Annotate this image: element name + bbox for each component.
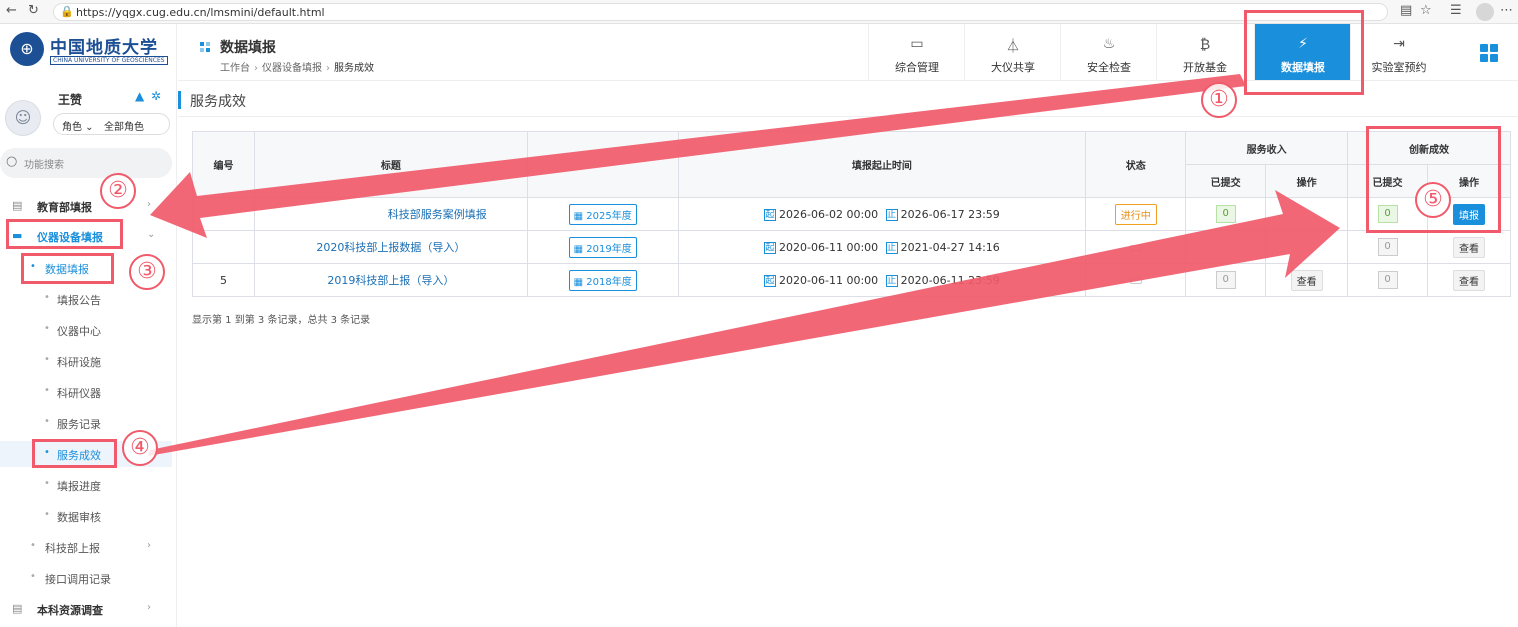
breadcrumb: 工作台 › 仪器设备填报 › 服务成效 xyxy=(220,63,374,74)
chevron-right-icon: › xyxy=(147,540,151,551)
sidebar-item-research-instrument[interactable]: • 科研仪器 xyxy=(0,379,172,405)
lock-icon: 🔒 xyxy=(60,5,74,18)
highlight-box-data-fill xyxy=(21,253,114,284)
logo-en: CHINA UNIVERSITY OF GEOSCIENCES xyxy=(50,56,168,65)
sidebar-item-moe-report[interactable]: ▤ 教育部填报 › xyxy=(0,193,172,219)
pagination-info: 显示第 1 到第 3 条记录，总共 3 条记录 xyxy=(192,315,371,326)
header-status: 状态 xyxy=(1085,131,1187,198)
search-placeholder: 功能搜索 xyxy=(24,160,64,171)
reader-icon[interactable]: ▤ xyxy=(1400,3,1412,18)
in-count: 0 xyxy=(1377,271,1398,289)
sign-in-icon: ⇥ xyxy=(1393,36,1405,52)
annotation-marker-2: ② xyxy=(100,173,136,209)
laptop-icon: ▭ xyxy=(910,36,924,52)
header-title: 标题 xyxy=(253,131,528,198)
topnav-safety[interactable]: ♨ 安全检查 xyxy=(1060,24,1156,80)
fire-icon: ♨ xyxy=(1102,36,1116,52)
chevron-right-icon: › xyxy=(147,602,151,613)
row-title-link[interactable]: 2019科技部上报（导入） xyxy=(327,274,454,287)
university-emblem-icon: ⊕ xyxy=(10,32,44,66)
year-badge: ▦ 2019年度 xyxy=(568,236,637,258)
document-icon: ▤ xyxy=(12,199,23,212)
in-count: 0 xyxy=(1377,238,1398,256)
annotation-marker-5: ⑤ xyxy=(1415,182,1451,218)
section-title: 服务成效 xyxy=(190,94,246,110)
document-icon: ▤ xyxy=(12,602,23,615)
sidebar-item-progress[interactable]: • 填报进度 xyxy=(0,472,172,498)
favorite-icon[interactable]: ☆ xyxy=(1420,3,1432,18)
gear-icon[interactable]: ✲ xyxy=(151,89,161,103)
user-avatar[interactable]: ☺ xyxy=(5,100,41,136)
status-badge: 进行中 xyxy=(1114,203,1157,225)
row-title-link[interactable]: 科技部服务案例填报 xyxy=(388,208,487,221)
view-button[interactable]: 查看 xyxy=(1452,236,1485,258)
header-si-submitted: 已提交 xyxy=(1185,164,1267,198)
header-year xyxy=(526,131,679,198)
logo-cn: 中国地质大学 xyxy=(50,38,158,58)
view-button[interactable]: 查看 xyxy=(1290,269,1323,291)
si-count: 0 xyxy=(1215,205,1236,223)
sidebar-item-data-review[interactable]: • 数据审核 xyxy=(0,503,172,529)
sidebar-item-api-log[interactable]: • 接口调用记录 xyxy=(0,565,172,591)
annotation-marker-1: ① xyxy=(1201,82,1237,118)
page-title: 数据填报 xyxy=(220,40,276,56)
status-badge xyxy=(1129,277,1142,284)
status-badge xyxy=(1129,244,1142,251)
module-icon xyxy=(200,42,210,52)
function-search-input[interactable]: ○ 功能搜索 xyxy=(0,148,172,178)
view-button[interactable]: 查看 xyxy=(1452,269,1485,291)
apps-grid-icon[interactable] xyxy=(1480,44,1498,62)
profile-avatar-icon[interactable] xyxy=(1476,3,1494,21)
header-time: 填报起止时间 xyxy=(677,131,1087,198)
role-selector[interactable]: 角色 ⌄ 全部角色 xyxy=(53,113,170,135)
back-icon[interactable]: ← xyxy=(6,3,17,18)
role-value: 全部角色 xyxy=(104,122,144,133)
header-si-action: 操作 xyxy=(1265,164,1349,198)
collections-icon[interactable]: ☰ xyxy=(1450,3,1462,18)
chevron-right-icon: › xyxy=(147,199,151,210)
topnav-general[interactable]: ▭ 综合管理 xyxy=(868,24,964,80)
sidebar-item-instrument-center[interactable]: • 仪器中心 xyxy=(0,317,172,343)
url-text: https://yqgx.cug.edu.cn/lmsmini/default.… xyxy=(76,6,325,19)
address-bar[interactable]: 🔒 https://yqgx.cug.edu.cn/lmsmini/defaul… xyxy=(53,3,1388,21)
annotation-marker-4: ④ xyxy=(122,430,158,466)
role-label: 角色 ⌄ xyxy=(62,122,94,133)
breadcrumb-equipment[interactable]: 仪器设备填报 xyxy=(262,63,322,74)
highlight-box-service-effect xyxy=(32,439,117,468)
highlight-box-data-report xyxy=(1244,10,1364,95)
sidebar-item-undergrad-survey[interactable]: ▤ 本科资源调查 › xyxy=(0,596,172,622)
university-logo: ⊕ 中国地质大学 CHINA UNIVERSITY OF GEOSCIENCES xyxy=(10,30,168,74)
topnav-open-fund[interactable]: ₿ 开放基金 xyxy=(1156,24,1252,80)
highlight-box-equipment-report xyxy=(6,219,123,249)
year-badge: ▦ 2018年度 xyxy=(568,269,637,291)
header-service-income: 服务收入 xyxy=(1185,131,1349,165)
more-icon[interactable]: ⋯ xyxy=(1500,3,1513,18)
bitcoin-icon: ₿ xyxy=(1199,37,1211,53)
data-table: 编号 标题 填报起止时间 状态 服务收入 创新成效 已提交 操作 已提交 操作 … xyxy=(192,131,1512,297)
flask-icon: ⏃ xyxy=(1006,39,1020,55)
row-title-link[interactable]: 2020科技部上报数据（导入） xyxy=(316,241,465,254)
bell-icon[interactable]: ▲ xyxy=(135,89,144,103)
annotation-marker-3: ③ xyxy=(129,254,165,290)
table-row: 科技部服务案例填报 ▦ 2025年度 起 2026-06-02 00:00 止 20… xyxy=(192,197,1512,231)
chevron-down-icon: ⌄ xyxy=(147,229,156,240)
year-badge: ▦ 2025年度 xyxy=(568,203,637,225)
sidebar-item-research-facility[interactable]: • 科研设施 xyxy=(0,348,172,374)
header-id: 编号 xyxy=(192,131,255,198)
user-name: 王赞 xyxy=(58,93,83,107)
search-icon: ○ xyxy=(6,154,18,169)
reload-icon[interactable]: ↻ xyxy=(28,3,39,18)
table-row: 5 2019科技部上报（导入） ▦ 2018年度 起 2020-06-11 00:… xyxy=(192,263,1512,297)
table-row: 2020科技部上报数据（导入） ▦ 2019年度 起 2020-06-11 00:… xyxy=(192,230,1512,264)
breadcrumb-current: 服务成效 xyxy=(334,63,374,74)
sidebar-item-most-report[interactable]: • 科技部上报 › xyxy=(0,534,172,560)
sidebar: ⊕ 中国地质大学 CHINA UNIVERSITY OF GEOSCIENCES… xyxy=(0,24,177,627)
topnav-lab-booking[interactable]: ⇥ 实验室预约 xyxy=(1350,24,1446,80)
si-count: 0 xyxy=(1215,271,1236,289)
breadcrumb-workbench[interactable]: 工作台 xyxy=(220,63,250,74)
topnav-instrument-share[interactable]: ⏃ 大仪共享 xyxy=(964,24,1060,80)
